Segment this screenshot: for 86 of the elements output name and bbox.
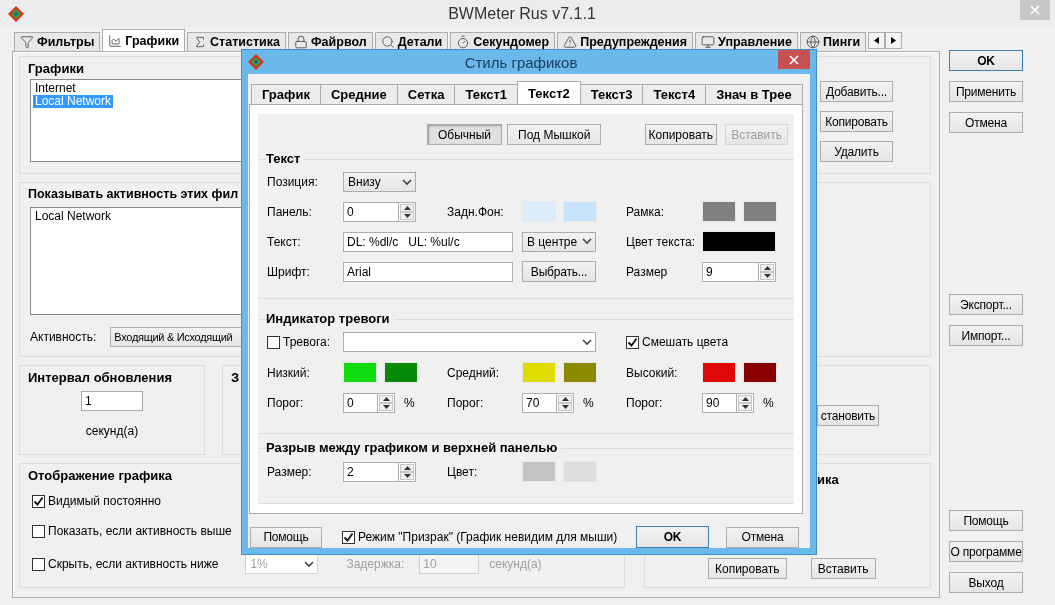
section-heading: Отображение графика [28, 468, 173, 483]
number-field[interactable]: 9 [702, 261, 759, 282]
level-label: Низкий: [267, 365, 310, 380]
tab[interactable]: Текст1 [454, 84, 519, 104]
clipboard-button[interactable]: Копировать [708, 558, 787, 579]
section-heading: Графики [28, 61, 84, 76]
side-button[interactable]: Отмена [949, 112, 1023, 133]
checkbox-label: Смешать цвета [642, 335, 729, 350]
dropdown[interactable]: В центре [522, 231, 596, 252]
number-field[interactable]: 0 [343, 201, 399, 222]
set-button[interactable]: становить [817, 405, 879, 426]
tab[interactable]: Средние [319, 84, 398, 104]
field-label: Панель: [267, 204, 312, 219]
tab[interactable]: График [251, 84, 321, 104]
tab[interactable]: Знач в Трее [705, 84, 803, 104]
tab[interactable]: Сетка [396, 84, 456, 104]
checkbox-label: Режим "Призрак" (График невидим для мыши) [358, 530, 618, 544]
side-button[interactable]: О программе [949, 541, 1023, 562]
side-button[interactable]: Экспорт... [949, 294, 1023, 315]
checkbox-label: Показать, если активность выше [48, 524, 232, 538]
field-label: Порог: [446, 396, 484, 411]
section-heading: ика [817, 472, 839, 487]
graph-button[interactable]: Копировать [820, 111, 893, 132]
side-button[interactable]: Импорт... [949, 325, 1023, 346]
choose-button[interactable]: Выбрать... [522, 261, 596, 282]
section-heading: Разрыв между графиком и верхней панелью [266, 440, 562, 456]
field-label: Цвет текста: [626, 234, 695, 249]
dropdown[interactable]: Внизу [343, 172, 416, 192]
field-label: Текст: [267, 234, 301, 249]
field-label: Рамка: [626, 204, 665, 219]
delay-label: Задержка: [346, 557, 405, 571]
level-label: Средний: [446, 365, 500, 380]
tab[interactable]: Пинги [799, 32, 867, 51]
text-field[interactable]: DL: %dl/c UL: %ul/c [343, 231, 513, 252]
field-label: Позиция: [267, 175, 318, 189]
section-heading: Индикатор тревоги [266, 311, 394, 327]
side-button[interactable]: Применить [949, 81, 1023, 102]
number-field[interactable]: 0 [343, 393, 378, 414]
percent-label: % [583, 396, 594, 411]
tab[interactable]: Фильтры [14, 32, 101, 51]
help-button[interactable]: Помощь [250, 526, 322, 548]
unit-label: секунд(а) [85, 424, 139, 438]
number-field[interactable]: 90 [702, 393, 737, 414]
side-button[interactable]: Выход [949, 572, 1023, 593]
field-label: Цвет: [446, 464, 478, 479]
percent-label: % [763, 396, 774, 411]
copy-button[interactable]: Копировать [644, 124, 718, 145]
activity-label: Активность: [30, 330, 97, 344]
field-label: Задн.Фон: [446, 204, 504, 219]
tab[interactable]: Статистика [187, 32, 286, 51]
list-item[interactable]: Internet [33, 82, 78, 95]
field-label: Порог: [267, 396, 304, 411]
number-field[interactable]: 2 [343, 461, 399, 482]
number-field[interactable]: 70 [522, 393, 557, 414]
checkbox-label: Видимый постоянно [48, 494, 161, 508]
side-button[interactable]: Помощь [949, 510, 1023, 531]
list-item[interactable]: Local Network [33, 210, 114, 223]
side-button[interactable]: OK [949, 50, 1023, 71]
window-title: BWMeter Rus v7.1.1 [447, 4, 597, 23]
graph-button[interactable]: Добавить... [820, 81, 893, 102]
mode-button[interactable]: Обычный [427, 124, 503, 145]
field-label: Шрифт: [267, 264, 310, 279]
graph-button[interactable]: Удалить [820, 141, 893, 162]
section-heading: З [231, 370, 240, 385]
tab[interactable]: Графики [102, 29, 186, 51]
cancel-button[interactable]: Отмена [726, 526, 799, 548]
clipboard-button[interactable]: Вставить [810, 558, 876, 579]
tab[interactable]: Текст4 [642, 84, 707, 104]
dialog-title: Стиль графиков [463, 53, 579, 71]
ok-button[interactable]: OK [636, 526, 709, 548]
tab[interactable]: Текст2 [517, 81, 581, 104]
checkbox-label: Скрыть, если активность ниже [48, 557, 219, 571]
percent-label: % [404, 396, 415, 411]
section-heading: Интервал обновления [28, 370, 172, 385]
interval-field[interactable]: 1 [81, 391, 143, 411]
tab[interactable]: Текст3 [579, 84, 644, 104]
unit-label: секунд(а) [489, 557, 542, 571]
tab[interactable]: Управление [695, 32, 798, 51]
level-label: Высокий: [626, 365, 678, 380]
font-field[interactable]: Arial [343, 261, 513, 282]
section-heading: Показывать активность этих фил [28, 187, 239, 201]
mode-button[interactable]: Под Мышкой [507, 124, 602, 145]
field-label: Размер [626, 264, 668, 279]
field-label: Порог: [626, 396, 663, 411]
section-heading: Текст [266, 151, 305, 166]
field-label: Размер: [267, 464, 312, 479]
